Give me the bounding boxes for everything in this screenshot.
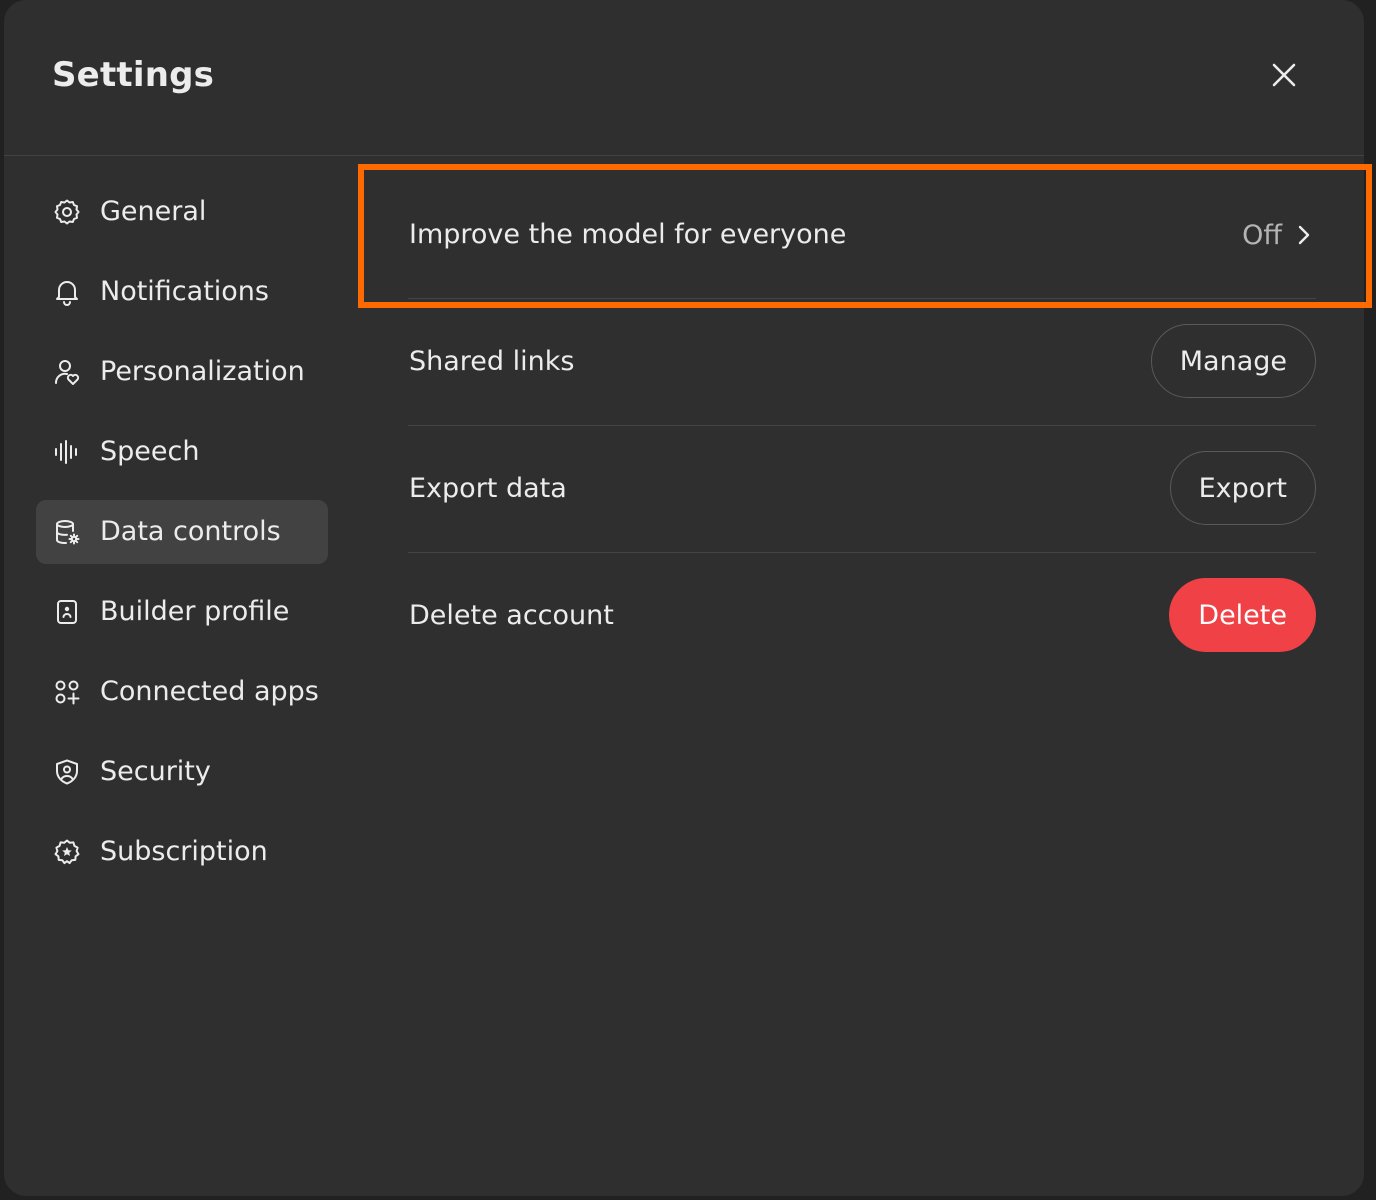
close-icon: [1271, 62, 1297, 88]
sidebar-item-label: General: [100, 196, 207, 227]
sidebar-item-label: Notifications: [100, 276, 269, 307]
improve-model-label: Improve the model for everyone: [409, 219, 847, 250]
sidebar-item-notifications[interactable]: Notifications: [36, 260, 328, 324]
modal-title: Settings: [52, 55, 215, 95]
sidebar-item-label: Subscription: [100, 836, 268, 867]
chevron-right-icon: [1296, 223, 1312, 247]
modal-header: Settings: [4, 0, 1364, 156]
apps-grid-icon: [53, 678, 81, 706]
sidebar-item-label: Speech: [100, 436, 200, 467]
gear-icon: [53, 198, 81, 226]
export-data-label: Export data: [409, 473, 567, 504]
sidebar-item-general[interactable]: General: [36, 180, 328, 244]
id-badge-icon: [53, 598, 81, 626]
export-data-row: Export data Export: [408, 426, 1316, 553]
shield-user-icon: [53, 758, 81, 786]
data-controls-panel: Improve the model for everyone Off Share…: [408, 172, 1316, 679]
person-heart-icon: [53, 358, 81, 386]
sidebar-item-data-controls[interactable]: Data controls: [36, 500, 328, 564]
sidebar-item-label: Builder profile: [100, 596, 290, 627]
bell-icon: [53, 278, 81, 306]
delete-account-label: Delete account: [409, 600, 614, 631]
sidebar-item-label: Security: [100, 756, 211, 787]
sidebar-item-builder-profile[interactable]: Builder profile: [36, 580, 328, 644]
export-button[interactable]: Export: [1169, 451, 1316, 525]
sidebar-item-personalization[interactable]: Personalization: [36, 340, 328, 404]
waveform-icon: [53, 438, 81, 466]
improve-model-value: Off: [1242, 219, 1282, 251]
sidebar-item-label: Personalization: [100, 356, 305, 387]
shared-links-label: Shared links: [409, 346, 575, 377]
delete-account-row: Delete account Delete: [408, 553, 1316, 679]
manage-shared-links-button[interactable]: Manage: [1150, 324, 1316, 398]
star-badge-icon: [53, 838, 81, 866]
delete-account-button[interactable]: Delete: [1169, 578, 1316, 652]
improve-model-toggle[interactable]: Off: [1242, 172, 1312, 298]
close-button[interactable]: [1262, 53, 1306, 97]
sidebar-item-security[interactable]: Security: [36, 740, 328, 804]
database-gear-icon: [53, 518, 81, 546]
settings-modal: Settings General Notifications Personali…: [4, 0, 1364, 1196]
sidebar-item-label: Connected apps: [100, 676, 319, 707]
sidebar-item-connected-apps[interactable]: Connected apps: [36, 660, 328, 724]
sidebar-item-subscription[interactable]: Subscription: [36, 820, 328, 884]
sidebar-item-speech[interactable]: Speech: [36, 420, 328, 484]
improve-model-row[interactable]: Improve the model for everyone Off: [408, 172, 1316, 299]
shared-links-row: Shared links Manage: [408, 299, 1316, 426]
sidebar-item-label: Data controls: [100, 516, 281, 547]
settings-sidebar: General Notifications Personalization Sp…: [36, 180, 328, 900]
